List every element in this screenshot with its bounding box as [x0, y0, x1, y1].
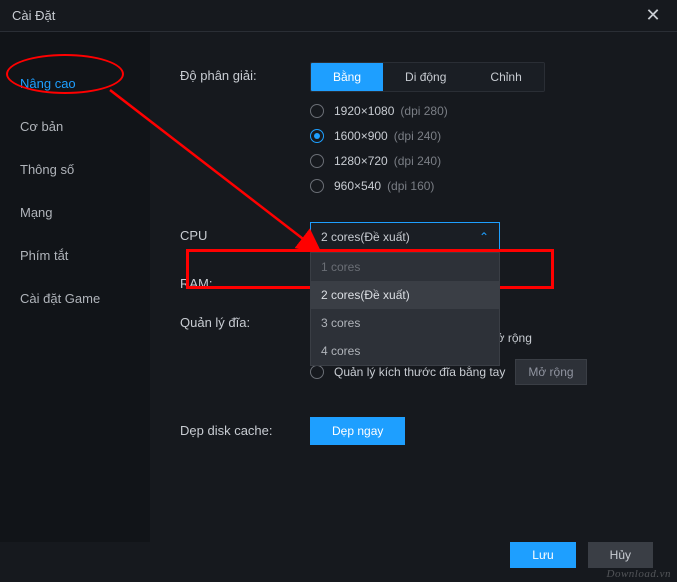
radio-icon [310, 365, 324, 379]
radio-icon [310, 104, 324, 118]
chevron-up-icon: ⌃ [479, 230, 489, 244]
sidebar-item-game-settings[interactable]: Cài đặt Game [0, 277, 150, 320]
resolution-option-960[interactable]: 960×540(dpi 160) [310, 179, 647, 193]
close-icon[interactable]: ✕ [641, 4, 665, 28]
sidebar-item-shortcuts[interactable]: Phím tắt [0, 234, 150, 277]
radio-label: 960×540(dpi 160) [334, 179, 434, 193]
cpu-dropdown-menu: 1 cores 2 cores(Đề xuất) 3 cores 4 cores [310, 252, 500, 366]
cpu-option-1[interactable]: 1 cores [311, 253, 499, 281]
sidebar: Nâng cao Cơ bản Thông số Mạng Phím tắt C… [0, 32, 150, 542]
radio-label: 1600×900(dpi 240) [334, 129, 441, 143]
cpu-label: CPU [180, 222, 310, 243]
tab-equal[interactable]: Bằng [311, 63, 383, 91]
expand-button[interactable]: Mở rộng [515, 359, 586, 385]
watermark: Download.vn [607, 568, 671, 580]
radio-label: 1280×720(dpi 240) [334, 154, 441, 168]
radio-icon [310, 129, 324, 143]
resolution-tabs: Bằng Di động Chỉnh [310, 62, 545, 92]
disk-label: Quản lý đĩa: [180, 309, 310, 330]
radio-icon [310, 154, 324, 168]
sidebar-item-advanced[interactable]: Nâng cao [0, 62, 150, 105]
resolution-option-1600[interactable]: 1600×900(dpi 240) [310, 129, 647, 143]
sidebar-item-basic[interactable]: Cơ bản [0, 105, 150, 148]
resolution-option-1280[interactable]: 1280×720(dpi 240) [310, 154, 647, 168]
resolution-option-1920[interactable]: 1920×1080(dpi 280) [310, 104, 647, 118]
radio-label: 1920×1080(dpi 280) [334, 104, 448, 118]
clear-cache-button[interactable]: Dẹp ngay [310, 417, 405, 445]
cache-label: Dẹp disk cache: [180, 417, 310, 438]
sidebar-item-network[interactable]: Mạng [0, 191, 150, 234]
radio-icon [310, 179, 324, 193]
ram-label: RAM: [180, 270, 310, 291]
window-title: Cài Đặt [12, 8, 55, 23]
cpu-option-2[interactable]: 2 cores(Đề xuất) [311, 281, 499, 309]
cancel-button[interactable]: Hủy [588, 542, 653, 568]
cpu-dropdown[interactable]: 2 cores(Đề xuất) ⌃ 1 cores 2 cores(Đề xu… [310, 222, 500, 252]
tab-custom[interactable]: Chỉnh [468, 63, 543, 91]
save-button[interactable]: Lưu [510, 542, 575, 568]
radio-label: Quản lý kích thước đĩa bằng tay [334, 365, 505, 379]
resolution-label: Độ phân giải: [180, 62, 310, 83]
sidebar-item-specs[interactable]: Thông số [0, 148, 150, 191]
tab-mobile[interactable]: Di động [383, 63, 468, 91]
cpu-option-4[interactable]: 4 cores [311, 337, 499, 365]
cpu-option-3[interactable]: 3 cores [311, 309, 499, 337]
cpu-dropdown-value: 2 cores(Đề xuất) [321, 230, 410, 244]
